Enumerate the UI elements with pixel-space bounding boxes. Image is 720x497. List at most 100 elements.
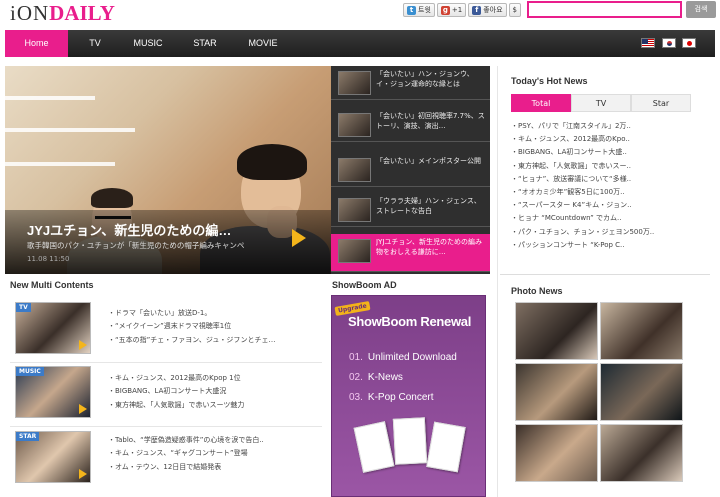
ad-feature-item: 02. K-News <box>349 372 403 383</box>
nav-tv[interactable]: TV <box>83 30 107 57</box>
google-plus-label: +1 <box>451 6 463 14</box>
shelf-decor <box>5 162 115 166</box>
multi-lines: ・キム・ジュンス、2012最高のKpop 1位 ・BIGBANG、LA初コンサー… <box>108 372 318 412</box>
multi-thumbnail[interactable]: TV <box>15 302 91 354</box>
google-plus-button[interactable]: g +1 <box>436 3 467 17</box>
multi-thumbnail[interactable]: MUSIC <box>15 366 91 418</box>
headline-item[interactable]: 「会いたい」メインポスター公開 <box>331 153 490 187</box>
card-illustration <box>353 421 395 473</box>
tweet-button[interactable]: t 트윗 <box>403 3 435 17</box>
multi-lines: ・ドラマ「会いたい」放送D-1。 ・“メイクイーン”週末ドラマ視聴率1位 ・“五… <box>108 307 318 347</box>
headline-text: 「会いたい」初回視聴率7.7%、ストーリ、演技、演出… <box>376 112 485 130</box>
multi-item[interactable]: ・“五本の指”チェ・ファヨン、ジュ・ジフンとチェ… <box>108 334 318 347</box>
card-illustration <box>392 417 428 465</box>
ad-feature-label: K-Pop Concert <box>367 392 434 403</box>
hot-news-item[interactable]: ・BIGBANG、LA初コンサート大盛.. <box>511 146 693 159</box>
multi-item[interactable]: ・東方神起、「人気歌謡」で赤いスーツ魅力 <box>108 399 318 412</box>
share-buttons: t 트윗 g +1 f 좋아요 $ <box>403 3 522 17</box>
play-icon <box>79 340 87 350</box>
english-flag-icon[interactable] <box>641 38 655 48</box>
facebook-label: 좋아요 <box>483 6 503 14</box>
ad-feature-label: Unlimited Download <box>367 352 457 363</box>
headline-item[interactable]: 「会いたい」初回視聴率7.7%、ストーリ、演技、演出… <box>331 108 490 142</box>
japanese-flag-icon[interactable] <box>682 38 696 48</box>
multi-item[interactable]: ・BIGBANG、LA初コンサート大盛況 <box>108 385 318 398</box>
headline-thumbnail <box>338 158 371 182</box>
multi-divider <box>10 362 322 363</box>
ad-headline: ShowBoom Renewal <box>347 314 472 329</box>
category-tag: STAR <box>16 432 40 441</box>
headline-item[interactable]: 「会いたい」ハン・ジョンウ、イ・ジョン運命的な縁とは <box>331 66 490 100</box>
multi-block-music: MUSIC ・キム・ジュンス、2012最高のKpop 1位 ・BIGBANG、L… <box>10 365 322 425</box>
google-plus-icon: g <box>440 5 450 15</box>
multi-item[interactable]: ・キム・ジュンス、2012最高のKpop 1位 <box>108 372 318 385</box>
hot-news-title: Today's Hot News <box>511 76 588 86</box>
tab-total[interactable]: Total <box>511 94 571 112</box>
headline-thumbnail <box>338 198 371 222</box>
hot-news-item[interactable]: ・東方神起、「人気歌謡」で赤いスー.. <box>511 160 693 173</box>
nav-star[interactable]: STAR <box>188 30 222 57</box>
multi-block-star: STAR ・Tablo、“学歴偽造疑惑事件”の心境を涙で告白.. ・キム・ジュン… <box>10 429 322 489</box>
korean-flag-icon[interactable] <box>662 38 676 48</box>
headline-item-active[interactable]: JYJユチョン、新生児のための編み物をおしえる謙訪に… <box>331 234 490 272</box>
hot-news-item[interactable]: ・パッションコンサート “K-Pop C.. <box>511 239 693 252</box>
person-right-hair <box>237 144 307 180</box>
nav-music[interactable]: MUSIC <box>128 30 168 57</box>
main-nav: Home TV MUSIC STAR MOVIE <box>5 30 715 57</box>
search-button[interactable]: 검색 <box>686 1 716 18</box>
photo-news-thumbnail[interactable] <box>515 302 598 360</box>
facebook-like-button[interactable]: f 좋아요 <box>468 3 507 17</box>
multi-item[interactable]: ・Tablo、“学歴偽造疑惑事件”の心境を涙で告白.. <box>108 434 318 447</box>
headline-item[interactable]: 「ウララ夫婦」ハン・ジェンス、ストレートな告白 <box>331 193 490 227</box>
category-tag: MUSIC <box>16 367 44 376</box>
hot-news-item[interactable]: ・“スーパースター K4”キム・ジョン.. <box>511 199 693 212</box>
nav-movie[interactable]: MOVIE <box>243 30 283 57</box>
hot-news-list: ・PSY、パリで「江南スタイル」2万.. ・キム・ジュンス、2012最高のKpo… <box>511 120 693 252</box>
play-icon[interactable] <box>292 229 306 247</box>
hot-news-item[interactable]: ・パク・ユチョン、チョン・ジェヨン500万.. <box>511 226 693 239</box>
play-icon <box>79 404 87 414</box>
hot-news-item[interactable]: ・“ヒョナ”、放送審議について“多様.. <box>511 173 693 186</box>
multi-divider <box>10 426 322 427</box>
tab-tv[interactable]: TV <box>571 94 631 112</box>
photo-news-thumbnail[interactable] <box>515 424 598 482</box>
multi-lines: ・Tablo、“学歴偽造疑惑事件”の心境を涙で告白.. ・キム・ジュンス、“ギャ… <box>108 434 318 474</box>
hero-title[interactable]: JYJユチョン、新生児のための編… <box>27 220 297 239</box>
multi-item[interactable]: ・キム・ジュンス、“ギャグコンサート”登場 <box>108 447 318 460</box>
multi-item[interactable]: ・ドラマ「会いたい」放送D-1。 <box>108 307 318 320</box>
facebook-icon: f <box>472 5 482 15</box>
multi-item[interactable]: ・オム・テウン、12日目で結婚発表 <box>108 461 318 474</box>
showboom-ad-banner[interactable]: Upgrade ShowBoom Renewal 01. Unlimited Do… <box>331 295 486 497</box>
photo-news-thumbnail[interactable] <box>600 363 683 421</box>
ad-feature-number: 03. <box>349 392 363 403</box>
top-bar: iONDAILY t 트윗 g +1 f 좋아요 $ 검색 <box>0 0 720 26</box>
hero-date: 11.08 11:50 <box>27 255 70 263</box>
hot-news-item[interactable]: ・“オオカミ少年”観客5日に100万.. <box>511 186 693 199</box>
multi-thumbnail[interactable]: STAR <box>15 431 91 483</box>
category-tag: TV <box>16 303 31 312</box>
nav-home[interactable]: Home <box>5 30 68 57</box>
multi-block-tv: TV ・ドラマ「会いたい」放送D-1。 ・“メイクイーン”週末ドラマ視聴率1位 … <box>10 300 322 360</box>
site-logo[interactable]: iONDAILY <box>10 0 115 26</box>
headline-text: 「ウララ夫婦」ハン・ジェンス、ストレートな告白 <box>376 197 481 215</box>
photo-news-thumbnail[interactable] <box>515 363 598 421</box>
hot-news-item[interactable]: ・キム・ジュンス、2012最高のKpo.. <box>511 133 693 146</box>
photo-news-thumbnail[interactable] <box>600 302 683 360</box>
dollar-label: $ <box>512 6 518 14</box>
shelf-decor <box>5 96 95 100</box>
hot-news-tabs: Total TV Star <box>511 94 691 112</box>
shelf-decor <box>5 128 135 132</box>
headline-text: 「会いたい」ハン・ジョンウ、イ・ジョン運命的な縁とは <box>376 70 474 88</box>
tab-star[interactable]: Star <box>631 94 691 112</box>
photo-news-title: Photo News <box>511 286 563 296</box>
multi-item[interactable]: ・“メイクイーン”週末ドラマ視聴率1位 <box>108 320 318 333</box>
dollar-button[interactable]: $ <box>508 3 522 17</box>
hot-news-item[interactable]: ・PSY、パリで「江南スタイル」2万.. <box>511 120 693 133</box>
headline-list: 「会いたい」ハン・ジョンウ、イ・ジョン運命的な縁とは 「会いたい」初回視聴率7.… <box>331 66 490 274</box>
photo-news-thumbnail[interactable] <box>600 424 683 482</box>
person-left-hair <box>91 188 133 208</box>
hot-news-item[interactable]: ・ヒョナ “MCountdown” でカム.. <box>511 212 693 225</box>
ad-feature-number: 02. <box>349 372 363 383</box>
search-input[interactable] <box>527 1 682 18</box>
ad-section-title: ShowBoom AD <box>332 280 397 290</box>
